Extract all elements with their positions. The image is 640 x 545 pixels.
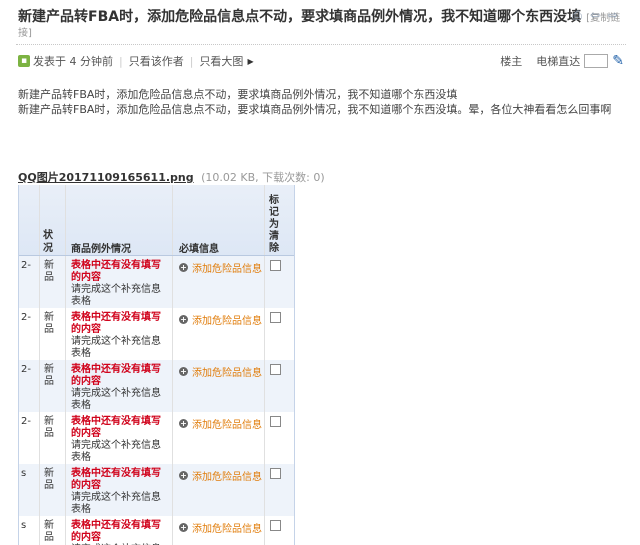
mark-clear-checkbox[interactable] xyxy=(270,260,281,271)
row-warning: 表格中还有没有填写的内容 xyxy=(71,312,161,335)
row-id: 2- xyxy=(21,260,31,271)
row-status: 新品 xyxy=(44,312,54,335)
add-hazmat-link[interactable]: + 添加危险品信息 xyxy=(179,520,262,535)
row-info: 表格中还有没有填写的内容请完成这个补充信息表格 xyxy=(71,520,167,545)
floor-label: 楼主 xyxy=(500,55,523,68)
row-warning: 表格中还有没有填写的内容 xyxy=(71,416,161,439)
pen-icon[interactable]: ✎ xyxy=(612,54,624,68)
row-note: 请完成这个补充信息表格 xyxy=(71,440,161,463)
plus-circle-icon: + xyxy=(179,367,188,376)
add-hazmat-link[interactable]: + 添加危险品信息 xyxy=(179,260,262,275)
row-id: s xyxy=(21,468,27,479)
mark-clear-checkbox[interactable] xyxy=(270,416,281,427)
row-id: 2- xyxy=(21,364,31,375)
online-status-icon: ▪ xyxy=(18,55,30,67)
title-tools: ⎙ ⇦ ⇨ xyxy=(570,8,620,22)
row-action-label: 添加危险品信息 xyxy=(192,524,262,535)
table-header: 状况 商品例外情况 必填信息 标记为清除 xyxy=(19,185,294,256)
table-row: 2- 新品 表格中还有没有填写的内容 请完成这个补充信息表格 + 添加危险品信息 xyxy=(19,412,294,464)
row-warning: 表格中还有没有填写的内容 xyxy=(71,468,161,491)
row-status: 新品 xyxy=(44,260,54,283)
table-row: s 新品表格中还有没有填写的内容请完成这个补充信息表格 + 添加危险品信息 xyxy=(19,464,294,516)
next-thread-icon[interactable]: ⇨ xyxy=(606,8,620,22)
mark-clear-checkbox[interactable] xyxy=(270,468,281,479)
header-required: 必填信息 xyxy=(179,244,219,255)
prev-thread-icon[interactable]: ⇦ xyxy=(588,8,602,22)
print-icon[interactable]: ⎙ xyxy=(570,8,584,22)
thread-title-bar: 新建产品转FBA时，添加危险品信息点不动，要求填商品例外情况，我不知道哪个东西没… xyxy=(18,6,622,40)
row-info: 表格中还有没有填写的内容请完成这个补充信息表格 xyxy=(71,260,167,308)
plus-circle-icon: + xyxy=(179,315,188,324)
post-line: 新建产品转FBA时，添加危险品信息点不动，要求填商品例外情况，我不知道哪个东西没… xyxy=(18,103,612,116)
add-hazmat-link[interactable]: + 添加危险品信息 xyxy=(179,364,262,379)
post-body: 新建产品转FBA时，添加危险品信息点不动，要求填商品例外情况，我不知道哪个东西没… xyxy=(18,87,628,117)
row-info: 表格中还有没有填写的内容请完成这个补充信息表格 xyxy=(71,364,167,412)
plus-circle-icon: + xyxy=(179,471,188,480)
table-row: 2- 新品 表格中还有没有填写的内容 请完成这个补充信息表格 + 添加危险品信息 xyxy=(19,360,294,412)
goto-floor-input[interactable] xyxy=(584,54,609,68)
attached-screenshot[interactable]: 状况 商品例外情况 必填信息 标记为清除 2- 新品 表格中还有没有填写的内容 请完成… xyxy=(18,185,295,545)
row-warning: 表格中还有没有填写的内容 xyxy=(71,364,161,387)
table-body: 2- 新品 表格中还有没有填写的内容 请完成这个补充信息表格 + 添加危险品信息 2- 新品表… xyxy=(19,256,294,545)
only-author-link[interactable]: 只看该作者 xyxy=(129,53,184,69)
row-id: 2- xyxy=(21,416,31,427)
post-line: 新建产品转FBA时，添加危险品信息点不动，要求填商品例外情况，我不知道哪个东西没… xyxy=(18,88,458,101)
row-status: 新品 xyxy=(44,520,54,543)
header-status: 状况 xyxy=(43,230,53,254)
row-note: 请完成这个补充信息表格 xyxy=(71,284,161,307)
plus-circle-icon: + xyxy=(179,419,188,428)
add-hazmat-link[interactable]: + 添加危险品信息 xyxy=(179,312,262,327)
plus-circle-icon: + xyxy=(179,263,188,272)
row-action-label: 添加危险品信息 xyxy=(192,368,262,379)
header-mark: 标记为清除 xyxy=(269,195,279,254)
table-row: 2- 新品 表格中还有没有填写的内容 请完成这个补充信息表格 + 添加危险品信息 xyxy=(19,256,294,308)
row-warning: 表格中还有没有填写的内容 xyxy=(71,260,161,283)
add-hazmat-link[interactable]: + 添加危险品信息 xyxy=(179,468,262,483)
header-info: 商品例外情况 xyxy=(71,244,131,255)
post-time: 发表于 4 分钟前 xyxy=(33,55,113,68)
row-info: 表格中还有没有填写的内容请完成这个补充信息表格 xyxy=(71,312,167,360)
row-id: 2- xyxy=(21,312,31,323)
post-meta-bar: ▪ 发表于 4 分钟前 | 只看该作者 | 只看大图 ▶ 楼主 电梯直达 ✎ xyxy=(18,53,624,71)
attachment: QQ图片20171109165611.png (10.02 KB, 下载次数: … xyxy=(18,169,325,185)
row-status: 新品 xyxy=(44,468,54,491)
title-divider xyxy=(16,44,626,45)
separator: | xyxy=(119,54,123,68)
attachment-info: (10.02 KB, 下载次数: 0) xyxy=(201,171,325,184)
attachment-link[interactable]: QQ图片20171109165611.png xyxy=(18,171,194,184)
plus-circle-icon: + xyxy=(179,523,188,532)
row-status: 新品 xyxy=(44,416,54,439)
row-action-label: 添加危险品信息 xyxy=(192,264,262,275)
row-action-label: 添加危险品信息 xyxy=(192,420,262,431)
row-warning: 表格中还有没有填写的内容 xyxy=(71,520,161,543)
goto-floor-label: 电梯直达 xyxy=(536,55,581,68)
row-note: 请完成这个补充信息表格 xyxy=(71,336,161,359)
mark-clear-checkbox[interactable] xyxy=(270,520,281,531)
copy-link-end[interactable]: 接] xyxy=(18,24,32,39)
table-row: s 新品表格中还有没有填写的内容请完成这个补充信息表格 + 添加危险品信息 xyxy=(19,516,294,545)
row-action-label: 添加危险品信息 xyxy=(192,472,262,483)
thread-title: 新建产品转FBA时，添加危险品信息点不动，要求填商品例外情况，我不知道哪个东西没… xyxy=(18,9,582,25)
add-hazmat-link[interactable]: + 添加危险品信息 xyxy=(179,416,262,431)
row-status: 新品 xyxy=(44,364,54,387)
row-info: 表格中还有没有填写的内容请完成这个补充信息表格 xyxy=(71,416,167,464)
mark-clear-checkbox[interactable] xyxy=(270,364,281,375)
mark-clear-checkbox[interactable] xyxy=(270,312,281,323)
table-row: 2- 新品 表格中还有没有填写的内容 请完成这个补充信息表格 + 添加危险品信息 xyxy=(19,308,294,360)
row-id: s xyxy=(21,520,27,531)
separator: | xyxy=(189,54,194,68)
triangle-right-icon: ▶ xyxy=(247,56,254,66)
row-note: 请完成这个补充信息表格 xyxy=(71,388,161,411)
row-action-label: 添加危险品信息 xyxy=(192,316,262,327)
row-info: 表格中还有没有填写的内容请完成这个补充信息表格 xyxy=(71,468,167,516)
row-note: 请完成这个补充信息表格 xyxy=(71,492,161,515)
big-image-link[interactable]: 只看大图 xyxy=(199,53,243,69)
